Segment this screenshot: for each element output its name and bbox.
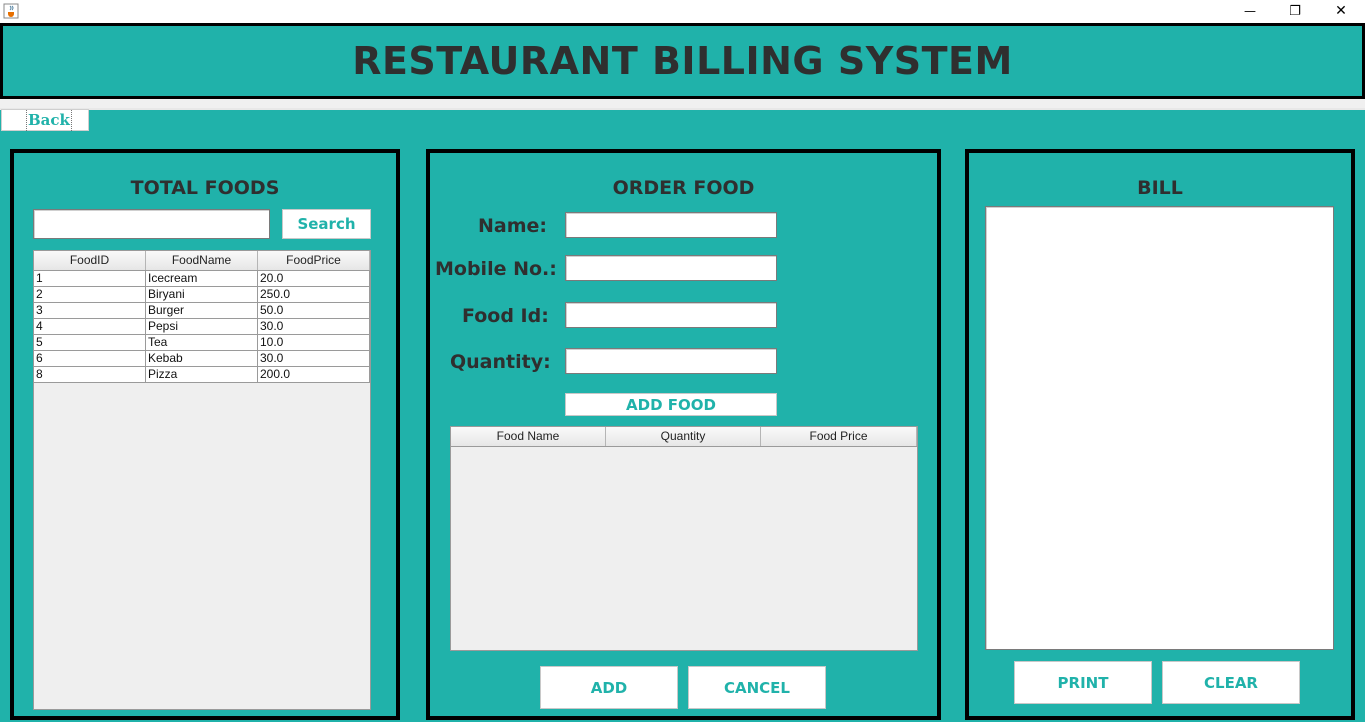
back-button[interactable]: Back	[1, 109, 89, 131]
quantity-label: Quantity:	[450, 351, 551, 373]
search-button[interactable]: Search	[282, 209, 371, 239]
cell-foodid: 6	[34, 351, 146, 366]
total-foods-title: TOTAL FOODS	[130, 177, 280, 199]
total-foods-panel: TOTAL FOODS Search FoodID FoodName FoodP…	[10, 149, 400, 720]
cell-foodid: 3	[34, 303, 146, 318]
cell-foodname: Kebab	[146, 351, 258, 366]
close-button[interactable]: ✕	[1318, 0, 1364, 22]
add-button[interactable]: ADD	[540, 666, 678, 709]
column-header-food-price[interactable]: Food Price	[761, 427, 917, 446]
cell-foodname: Burger	[146, 303, 258, 318]
food-id-label: Food Id:	[462, 305, 549, 327]
cancel-button[interactable]: CANCEL	[688, 666, 826, 709]
name-field[interactable]	[565, 212, 777, 238]
table-row[interactable]: 4 Pepsi 30.0	[34, 319, 370, 335]
minimize-button[interactable]: —	[1227, 0, 1273, 22]
minimize-icon: —	[1244, 4, 1256, 18]
table-row[interactable]: 3 Burger 50.0	[34, 303, 370, 319]
order-items-table-header: Food Name Quantity Food Price	[451, 427, 917, 447]
mobile-field[interactable]	[565, 255, 777, 281]
total-foods-table[interactable]: FoodID FoodName FoodPrice 1 Icecream 20.0 2…	[33, 250, 371, 710]
cell-foodprice: 30.0	[258, 319, 370, 334]
cell-foodid: 5	[34, 335, 146, 350]
quantity-field[interactable]	[565, 348, 777, 374]
cell-foodprice: 250.0	[258, 287, 370, 302]
table-row[interactable]: 2 Biryani 250.0	[34, 287, 370, 303]
total-foods-table-header: FoodID FoodName FoodPrice	[34, 251, 370, 271]
cell-foodid: 4	[34, 319, 146, 334]
column-header-foodid[interactable]: FoodID	[34, 251, 146, 270]
window-titlebar: — ❐ ✕	[0, 0, 1365, 23]
cell-foodname: Icecream	[146, 271, 258, 286]
name-label: Name:	[478, 215, 548, 237]
order-food-title: ORDER FOOD	[612, 177, 755, 199]
table-row[interactable]: 8 Pizza 200.0	[34, 367, 370, 383]
cell-foodname: Biryani	[146, 287, 258, 302]
restore-icon: ❐	[1289, 3, 1301, 19]
cell-foodid: 8	[34, 367, 146, 382]
java-cup-icon[interactable]	[3, 3, 19, 19]
food-search-input[interactable]	[33, 209, 270, 239]
cell-foodname: Tea	[146, 335, 258, 350]
cell-foodid: 2	[34, 287, 146, 302]
cell-foodprice: 30.0	[258, 351, 370, 366]
back-button-label: Back	[26, 110, 72, 131]
order-items-table[interactable]: Food Name Quantity Food Price	[450, 426, 918, 651]
maximize-button[interactable]: ❐	[1272, 0, 1318, 22]
clear-button[interactable]: CLEAR	[1162, 661, 1300, 704]
column-header-quantity[interactable]: Quantity	[606, 427, 761, 446]
cell-foodname: Pepsi	[146, 319, 258, 334]
cell-foodname: Pizza	[146, 367, 258, 382]
order-food-panel: ORDER FOOD Name: Mobile No.: Food Id: Qu…	[426, 149, 941, 720]
add-food-button[interactable]: ADD FOOD	[565, 393, 777, 416]
cell-foodid: 1	[34, 271, 146, 286]
cell-foodprice: 50.0	[258, 303, 370, 318]
column-header-foodname[interactable]: FoodName	[146, 251, 258, 270]
cell-foodprice: 10.0	[258, 335, 370, 350]
bill-title: BILL	[1137, 177, 1183, 199]
close-icon: ✕	[1335, 3, 1347, 19]
print-button[interactable]: PRINT	[1014, 661, 1152, 704]
cell-foodprice: 20.0	[258, 271, 370, 286]
column-header-food-name[interactable]: Food Name	[451, 427, 606, 446]
mobile-label: Mobile No.:	[435, 258, 557, 280]
food-id-field[interactable]	[565, 302, 777, 328]
page-title: RESTAURANT BILLING SYSTEM	[352, 39, 1013, 83]
cell-foodprice: 200.0	[258, 367, 370, 382]
table-row[interactable]: 6 Kebab 30.0	[34, 351, 370, 367]
bill-panel: BILL PRINT CLEAR	[965, 149, 1355, 720]
table-row[interactable]: 1 Icecream 20.0	[34, 271, 370, 287]
table-row[interactable]: 5 Tea 10.0	[34, 335, 370, 351]
column-header-foodprice[interactable]: FoodPrice	[258, 251, 370, 270]
header-banner: RESTAURANT BILLING SYSTEM	[0, 23, 1365, 99]
bill-textarea[interactable]	[985, 206, 1334, 650]
total-foods-table-body: 1 Icecream 20.0 2 Biryani 250.0 3 Burger 50.0 4 Pe…	[34, 271, 370, 383]
